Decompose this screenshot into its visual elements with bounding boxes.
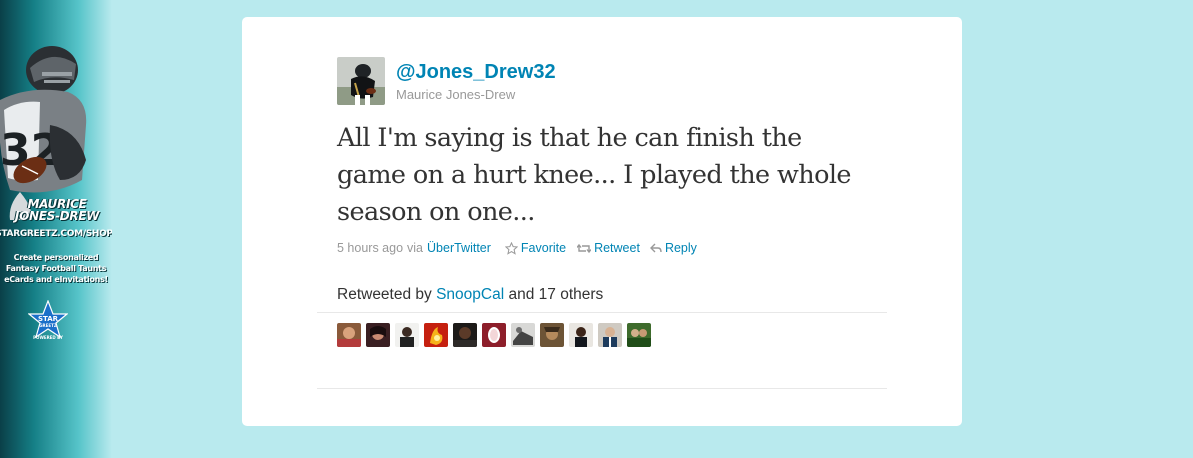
stargreetz-logo: STAR GREETZ POWERED BY — [28, 300, 68, 340]
divider — [317, 388, 887, 389]
retweeter-avatar-4[interactable] — [424, 323, 448, 347]
promo-url[interactable]: STARGREETZ.COM/SHOP — [0, 229, 112, 239]
avatar-image — [511, 323, 535, 347]
retweeted-by-line: Retweeted by SnoopCal and 17 others — [337, 286, 603, 304]
user-full-name: Maurice Jones-Drew — [396, 87, 516, 102]
divider — [317, 312, 887, 313]
avatar-image — [366, 323, 390, 347]
retweeter-avatar-9[interactable] — [569, 323, 593, 347]
promo-player-name-line2: JONES-DREW — [14, 209, 100, 223]
tweet-card: @Jones_Drew32 Maurice Jones-Drew All I'm… — [242, 17, 962, 426]
retweeter-avatar-3[interactable] — [395, 323, 419, 347]
tweet-timestamp[interactable]: 5 hours ago — [337, 241, 403, 255]
stargreetz-logo-top: STAR — [38, 315, 59, 323]
avatar-image — [395, 323, 419, 347]
avatar-image — [424, 323, 448, 347]
user-screen-name[interactable]: @Jones_Drew32 — [396, 61, 556, 84]
retweeter-avatar-5[interactable] — [453, 323, 477, 347]
avatar-image — [569, 323, 593, 347]
reply-label: Reply — [664, 241, 697, 255]
avatar-image — [627, 323, 651, 347]
avatar-image — [453, 323, 477, 347]
favorite-label: Favorite — [520, 241, 567, 255]
promo-tagline-line2: Fantasy Football Taunts — [5, 264, 107, 273]
avatar-image — [482, 323, 506, 347]
reply-button[interactable]: Reply — [649, 241, 697, 255]
retweet-label: Retweet — [594, 241, 640, 255]
promo-tagline-line1: Create personalized — [13, 253, 99, 262]
retweeter-link[interactable]: SnoopCal — [436, 286, 504, 303]
stargreetz-logo-bottom: GREETZ — [39, 323, 57, 328]
tweet-text: All I'm saying is that he can finish the… — [337, 123, 851, 227]
tweet-meta: 5 hours ago via ÜberTwitter Favorite Ret… — [337, 239, 697, 257]
promo-banner[interactable]: 32 MAURICE JONES-DREW STARGREETZ.COM/SHO… — [0, 0, 112, 458]
retweeted-by-prefix: Retweeted by — [337, 286, 432, 303]
favorite-button[interactable]: Favorite — [504, 241, 567, 255]
retweeter-avatar-1[interactable] — [337, 323, 361, 347]
avatar-image — [540, 323, 564, 347]
via-label: via — [407, 241, 424, 255]
retweeter-avatar-7[interactable] — [511, 323, 535, 347]
retweet-icon — [577, 243, 592, 253]
retweet-button[interactable]: Retweet — [577, 241, 640, 255]
reply-arrow-icon — [649, 243, 662, 252]
star-icon — [504, 241, 518, 255]
retweeter-avatar-6[interactable] — [482, 323, 506, 347]
retweeter-avatar-8[interactable] — [540, 323, 564, 347]
retweeter-avatars — [337, 323, 656, 347]
promo-tagline-line3: eCards and eInvitations! — [4, 275, 108, 284]
user-avatar[interactable] — [337, 57, 385, 105]
tweet-source-link[interactable]: ÜberTwitter — [427, 241, 491, 255]
promo-player-name: MAURICE JONES-DREW — [2, 198, 112, 222]
avatar-image — [598, 323, 622, 347]
retweeter-avatar-10[interactable] — [598, 323, 622, 347]
powered-by-label: POWERED BY — [33, 335, 63, 340]
retweeter-avatar-2[interactable] — [366, 323, 390, 347]
football-player-image: 32 — [0, 46, 87, 220]
retweeter-avatar-11[interactable] — [627, 323, 651, 347]
avatar-image — [337, 323, 361, 347]
promo-tagline: Create personalized Fantasy Football Tau… — [0, 252, 112, 285]
user-avatar-image — [337, 57, 385, 105]
retweeted-by-suffix: and 17 others — [508, 286, 604, 303]
